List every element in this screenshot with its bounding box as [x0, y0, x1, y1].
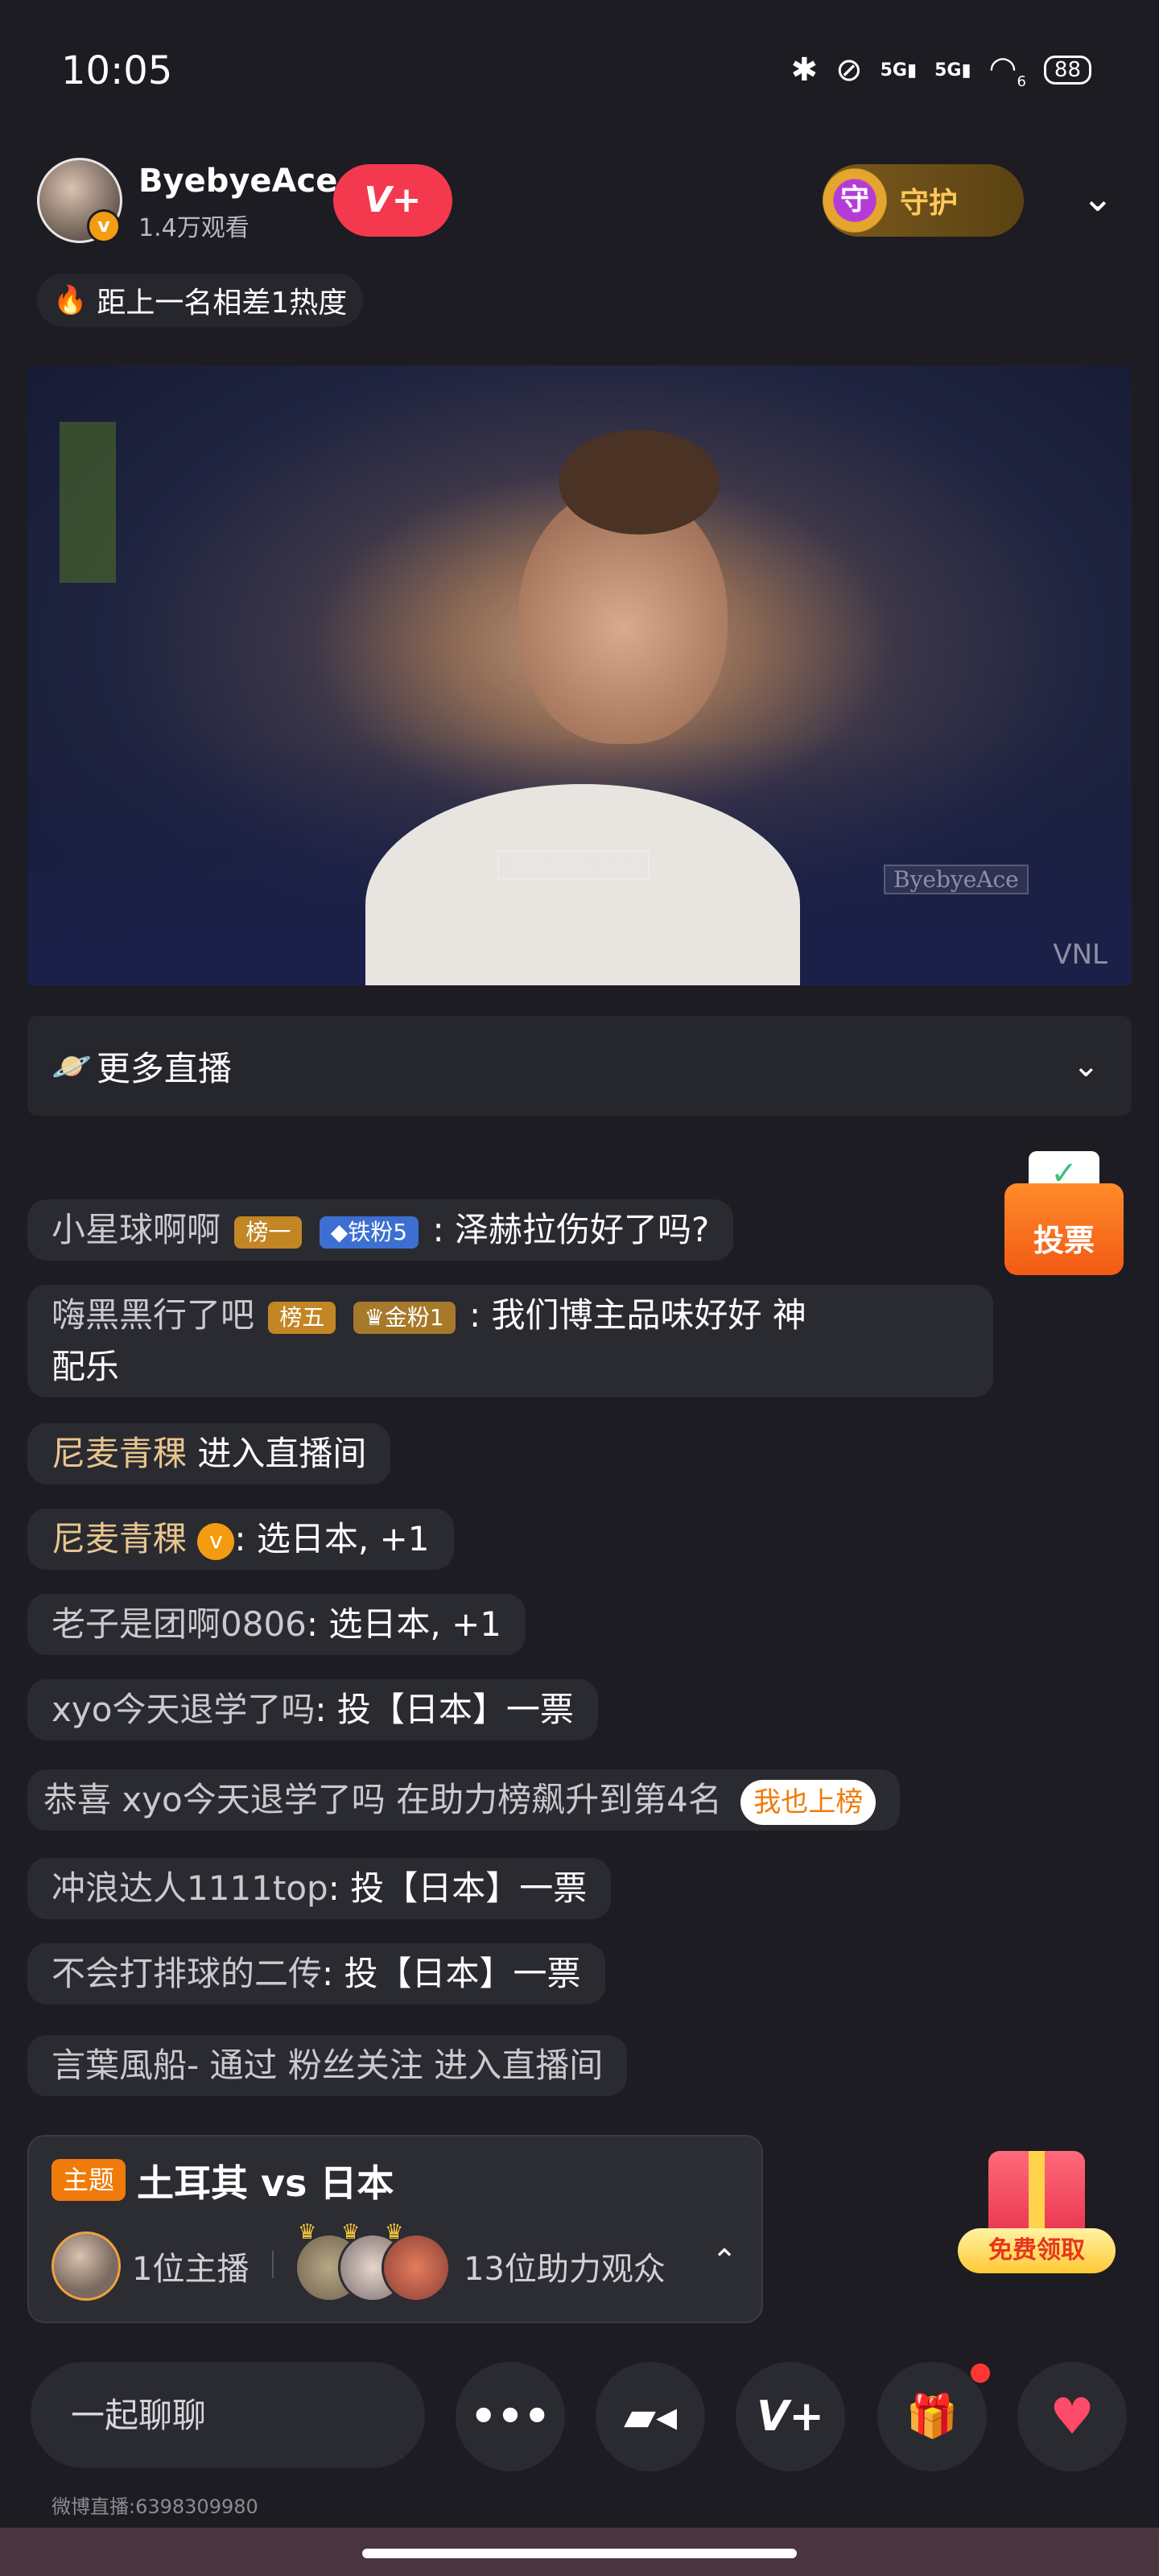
- guard-label: 守护: [900, 187, 959, 220]
- chat-message[interactable]: xyo今天退学了吗: 投【日本】一票: [27, 1679, 598, 1740]
- notification-dot: [971, 2363, 990, 2383]
- host-avatar: [52, 2231, 121, 2301]
- chat-username[interactable]: 尼麦青稞: [52, 1434, 187, 1473]
- more-live-bar[interactable]: 🪐 更多直播 ⌄: [27, 1016, 1132, 1116]
- chat-input-wrapper[interactable]: [31, 2362, 425, 2468]
- chat-username[interactable]: 嗨黑黑行了吧: [52, 1295, 254, 1335]
- vnl-logo: VNL: [1053, 939, 1107, 971]
- chevron-down-icon[interactable]: ⌄: [1072, 1047, 1099, 1084]
- chat-username[interactable]: xyo今天退学了吗: [52, 1690, 315, 1729]
- chat-username[interactable]: 冲浪达人1111top: [52, 1868, 328, 1908]
- heat-notice-text: 距上一名相差1热度: [97, 287, 348, 320]
- streamer-name[interactable]: ByebyeAce: [138, 163, 337, 200]
- chat-username[interactable]: 老子是团啊0806: [52, 1604, 307, 1644]
- flame-icon: 🔥: [53, 284, 88, 316]
- chat-username[interactable]: 不会打排球的二传: [52, 1954, 322, 1993]
- ranking-notice: 恭喜 xyo今天退学了吗 在助力榜飙升到第4名: [43, 1780, 722, 1819]
- signal-1-icon: 5G▮: [880, 60, 918, 80]
- video-background-banner: [60, 422, 116, 583]
- guard-shield-icon: 守: [818, 163, 892, 237]
- vote-label: 投票: [1004, 1183, 1124, 1275]
- chat-username[interactable]: 小星球啊啊: [52, 1210, 221, 1249]
- chat-text: 通过 粉丝关注 进入直播间: [199, 2046, 604, 2085]
- wifi-icon: ◠6: [988, 50, 1026, 90]
- chat-message[interactable]: 小星球啊啊 榜一 ◆铁粉5 : 泽赫拉伤好了吗?: [27, 1199, 734, 1261]
- me-too-button[interactable]: 我也上榜: [740, 1779, 876, 1825]
- verified-badge-icon: v: [197, 1522, 235, 1560]
- divider: [272, 2251, 274, 2278]
- chat-text: 进入直播间: [187, 1434, 367, 1473]
- chat-text: : 投【日本】一票: [322, 1954, 581, 1993]
- verified-badge-icon: v: [87, 209, 121, 243]
- heat-rank-notice[interactable]: 🔥 距上一名相差1热度: [37, 274, 364, 327]
- helper-avatars: ♛ ♛ ♛: [295, 2220, 456, 2302]
- crown-icon: ♛: [385, 2220, 404, 2244]
- chat-text: : 选日本, +1: [234, 1519, 430, 1558]
- viewer-count: 1.4万观看: [138, 214, 250, 242]
- chat-message[interactable]: 老子是团啊0806: 选日本, +1: [27, 1594, 526, 1655]
- free-gift-button[interactable]: 免费领取: [958, 2135, 1116, 2280]
- chevron-down-icon[interactable]: ⌄: [1082, 175, 1114, 221]
- heart-icon[interactable]: ♥: [1017, 2362, 1127, 2471]
- chat-message[interactable]: 言葉風船- 通过 粉丝关注 进入直播间: [27, 2035, 628, 2096]
- more-icon[interactable]: •••: [456, 2362, 565, 2471]
- chat-text: : 泽赫拉伤好了吗?: [432, 1210, 710, 1249]
- guard-button[interactable]: 守 守护: [818, 163, 1024, 237]
- topic-card[interactable]: 主题 土耳其 vs 日本 1位主播 ♛ ♛ ♛ 13位助力观众 ⌃: [27, 2135, 763, 2323]
- follow-button[interactable]: V+: [333, 164, 452, 237]
- topic-tag: 主题: [52, 2159, 126, 2201]
- chat-text: : 投【日本】一票: [328, 1868, 588, 1908]
- live-header: v ByebyeAce 1.4万观看 V+ 守 守护 ⌄: [0, 153, 1159, 250]
- gift-ribbon: [1029, 2151, 1045, 2240]
- rank-badge: 榜一: [234, 1216, 303, 1249]
- status-bar: 10:05 ✱ ⊘ 5G▮ 5G▮ ◠6 88: [0, 0, 1159, 137]
- topic-title: 土耳其 vs 日本: [137, 2161, 394, 2205]
- bluetooth-icon: ✱: [790, 52, 819, 89]
- video-player-hair: [559, 430, 720, 535]
- rank-badge: 榜五: [268, 1301, 336, 1334]
- crown-icon: ♛: [341, 2220, 361, 2244]
- chat-username[interactable]: 尼麦青稞: [52, 1519, 187, 1558]
- chat-username[interactable]: 言葉風船-: [52, 2046, 199, 2085]
- crown-icon: ♛: [298, 2220, 317, 2244]
- chat-message[interactable]: 嗨黑黑行了吧 榜五 ♛金粉1 : 我们博主品味好好 神 配乐: [27, 1285, 993, 1397]
- chat-message[interactable]: 尼麦青稞 v: 选日本, +1: [27, 1509, 454, 1570]
- planet-icon: 🪐: [52, 1047, 92, 1085]
- room-id: 微博直播:6398309980: [52, 2496, 258, 2518]
- chevron-up-icon[interactable]: ⌃: [711, 2243, 737, 2278]
- free-gift-label: 免费领取: [958, 2228, 1116, 2273]
- chat-message-system[interactable]: 恭喜 xyo今天退学了吗 在助力榜飙升到第4名 我也上榜: [27, 1769, 901, 1831]
- camera-icon[interactable]: ▰◂: [596, 2362, 705, 2471]
- helper-count: 13位助力观众: [464, 2251, 666, 2288]
- status-time: 10:05: [61, 48, 173, 93]
- alarm-off-icon: ⊘: [835, 52, 863, 89]
- battery-icon: 88: [1043, 56, 1091, 85]
- chat-message[interactable]: 不会打排球的二传: 投【日本】一票: [27, 1943, 605, 2004]
- chat-message[interactable]: 尼麦青稞 进入直播间: [27, 1423, 391, 1484]
- vote-button[interactable]: ✓ 投票: [1004, 1143, 1125, 1280]
- chat-text: : 选日本, +1: [306, 1604, 502, 1644]
- home-indicator[interactable]: [362, 2549, 797, 2558]
- video-watermark: ByebyeAce: [884, 865, 1029, 894]
- host-count: 1位主播: [132, 2251, 250, 2288]
- chat-text: : 我们博主品味好好 神: [469, 1295, 806, 1335]
- gold-fan-badge: ♛金粉1: [353, 1301, 456, 1334]
- gift-icon[interactable]: 🎁: [877, 2362, 987, 2471]
- more-live-label: 更多直播: [96, 1048, 232, 1088]
- live-video-player[interactable]: Byebye Ace ByebyeAce VNL: [27, 365, 1132, 985]
- chat-message[interactable]: 冲浪达人1111top: 投【日本】一票: [27, 1858, 612, 1919]
- v-plus-button[interactable]: V+: [736, 2362, 845, 2471]
- chat-text: : 投【日本】一票: [315, 1690, 574, 1729]
- status-icons: ✱ ⊘ 5G▮ 5G▮ ◠6 88: [791, 50, 1091, 90]
- chat-text-continued: 配乐: [52, 1347, 120, 1386]
- video-watermark: Byebye Ace: [497, 850, 650, 880]
- fan-badge: ◆铁粉5: [319, 1216, 419, 1249]
- chat-input[interactable]: [31, 2362, 425, 2468]
- signal-2-icon: 5G▮: [934, 60, 971, 80]
